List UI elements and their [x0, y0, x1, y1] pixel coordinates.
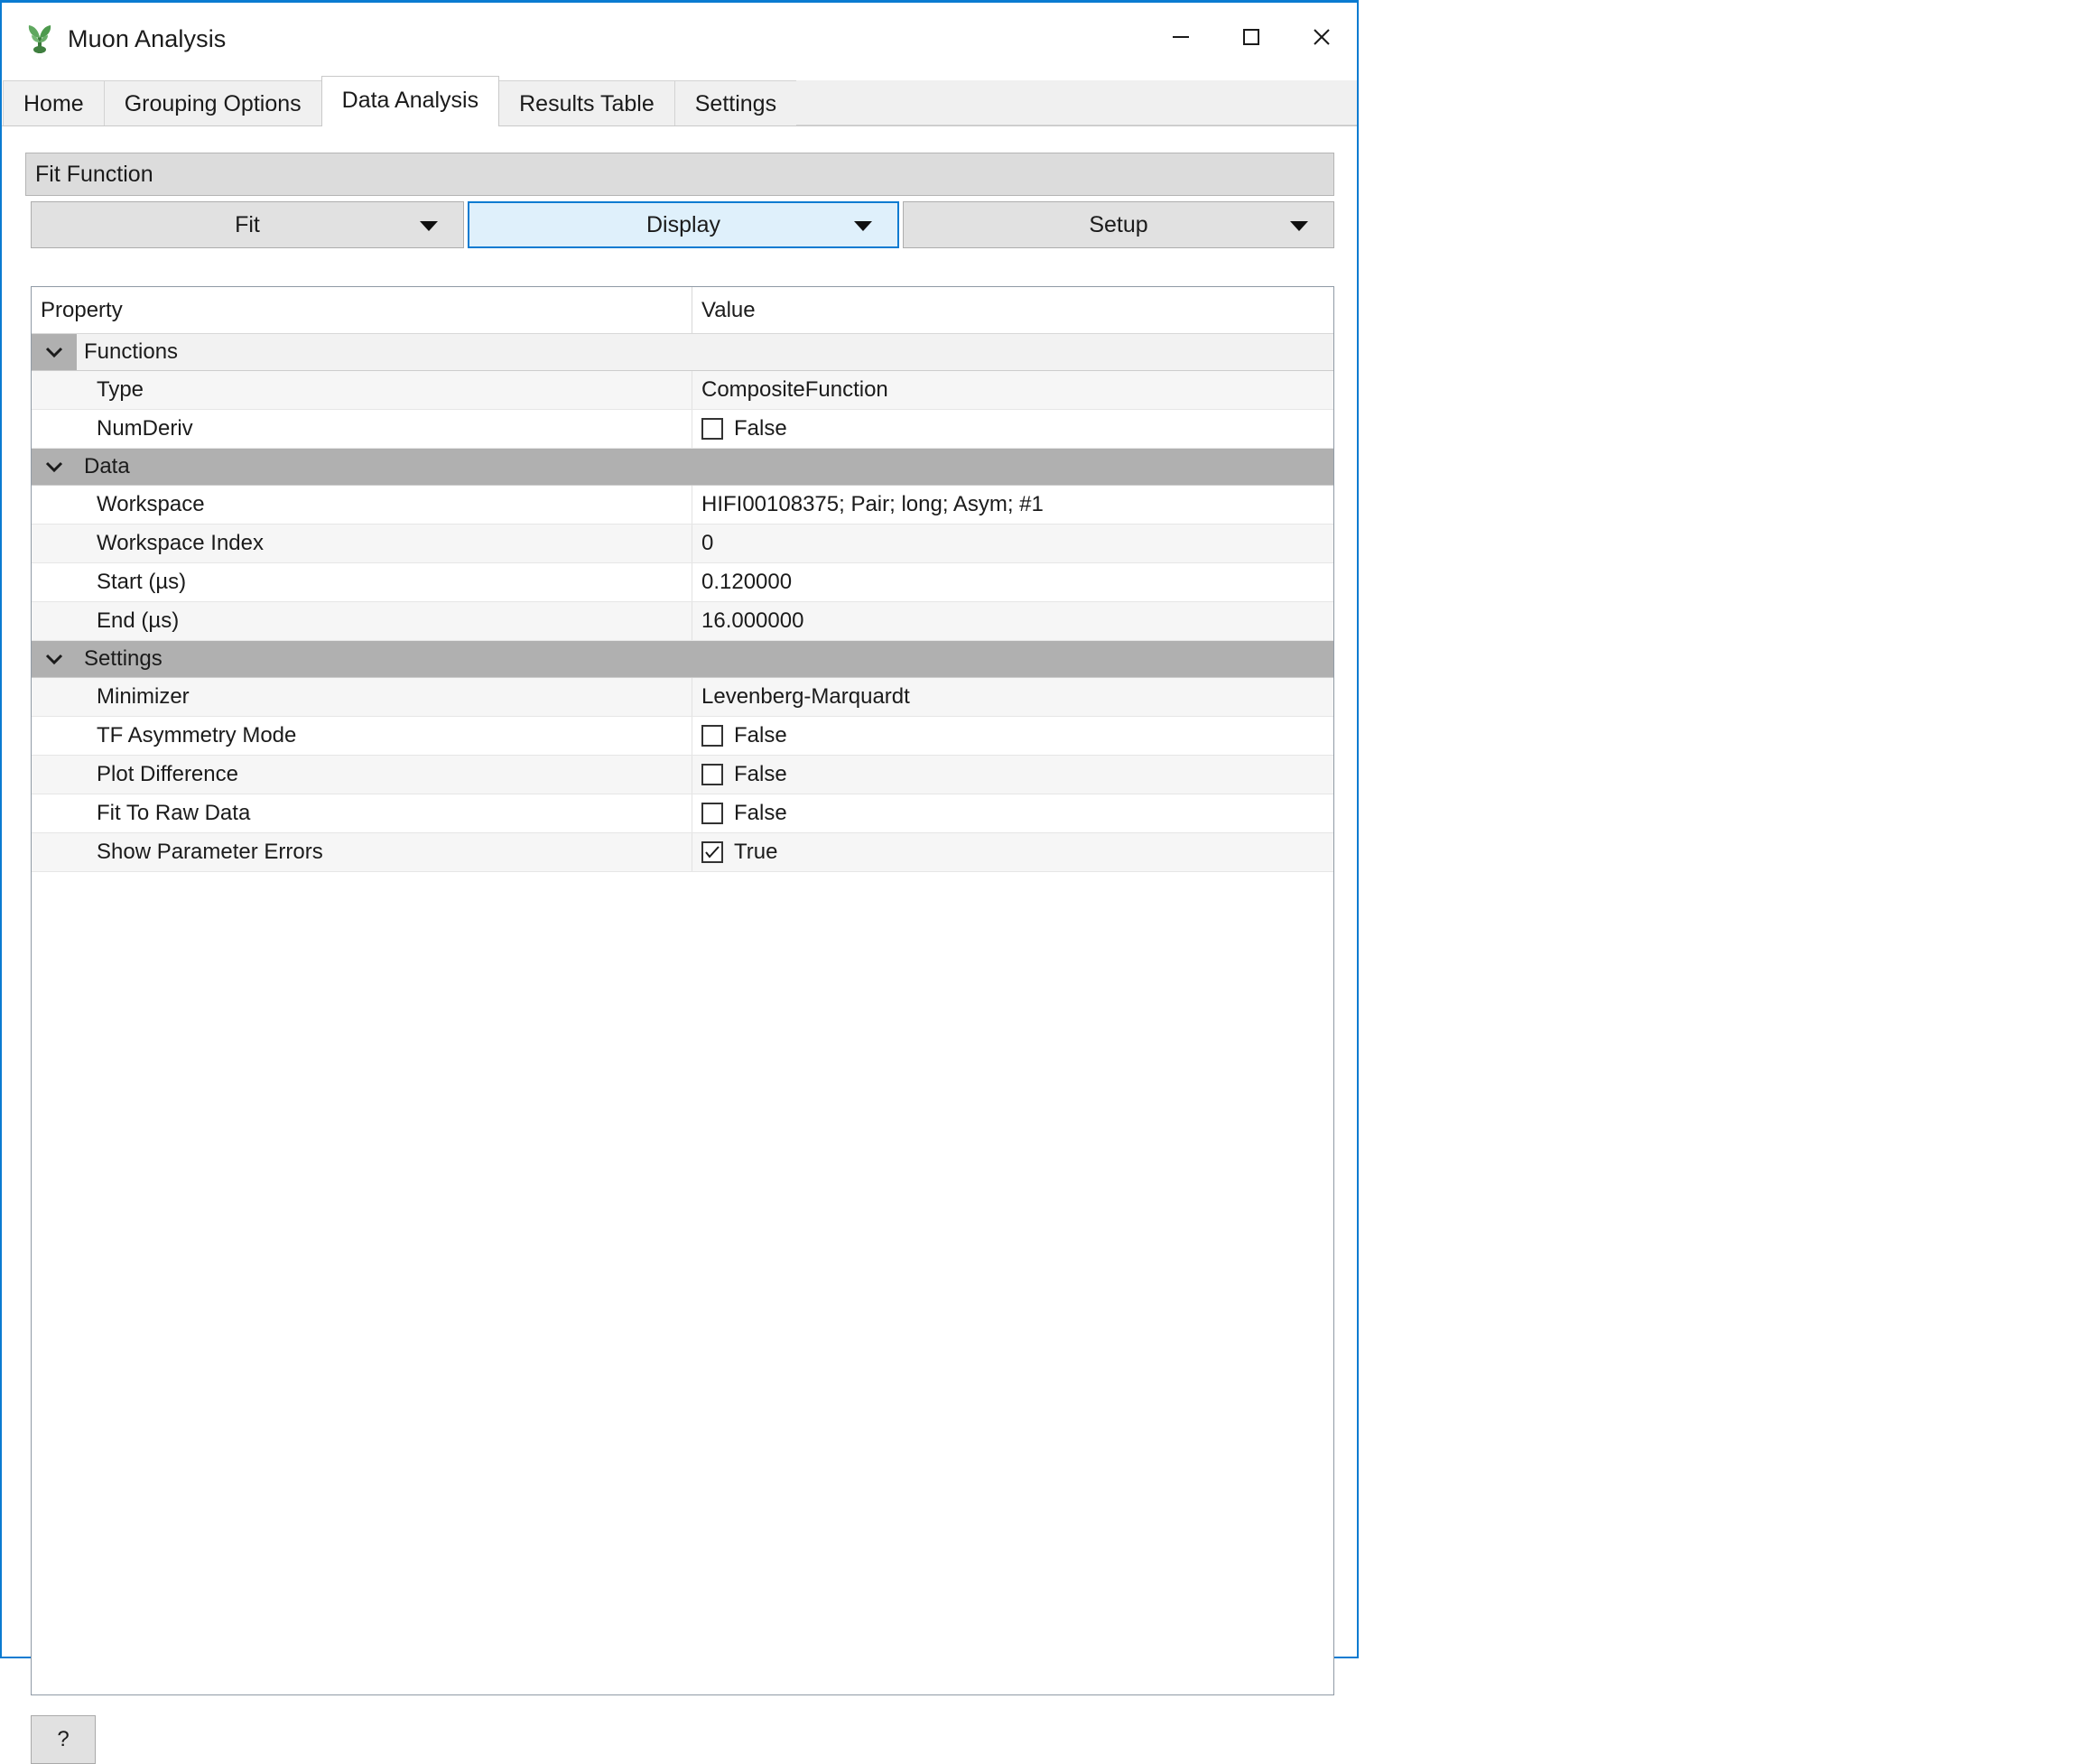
chevron-down-icon[interactable] — [32, 641, 77, 677]
row-property: Workspace — [32, 486, 692, 524]
row-value[interactable]: False — [692, 794, 1333, 832]
column-header-value: Value — [701, 297, 756, 322]
row-property: Start (µs) — [32, 563, 692, 601]
group-value-cell — [692, 449, 1333, 485]
group-value-cell — [692, 334, 1333, 370]
group-value-cell — [692, 641, 1333, 677]
row-property: Workspace Index — [32, 525, 692, 562]
tab-strip-filler — [796, 80, 1357, 125]
group-property-cell: Settings — [32, 641, 692, 677]
group-header-data[interactable]: Data — [32, 449, 1333, 486]
maximize-icon[interactable] — [1216, 3, 1286, 71]
table-row[interactable]: Workspace Index 0 — [32, 525, 1333, 563]
checkbox-checked-icon[interactable] — [701, 841, 723, 863]
help-button[interactable]: ? — [31, 1715, 96, 1764]
group-property-cell: Data — [32, 449, 692, 485]
row-property: Minimizer — [32, 678, 692, 716]
table-header-row: Property Value — [32, 287, 1333, 334]
group-label: Settings — [84, 646, 162, 671]
chevron-down-icon[interactable] — [32, 449, 77, 485]
title-bar: Muon Analysis — [2, 3, 1357, 75]
setup-dropdown-button[interactable]: Setup — [903, 201, 1334, 248]
window-title: Muon Analysis — [68, 24, 227, 52]
numderiv-checkbox-wrap[interactable]: False — [701, 416, 787, 441]
row-property: TF Asymmetry Mode — [32, 717, 692, 755]
group-label: Data — [84, 454, 130, 478]
checkbox-unchecked-icon[interactable] — [701, 418, 723, 440]
checkbox-unchecked-icon[interactable] — [701, 764, 723, 785]
group-label: Functions — [84, 339, 179, 364]
group-header-functions[interactable]: Functions — [32, 334, 1333, 371]
table-row[interactable]: Fit To Raw Data False — [32, 794, 1333, 833]
fit-function-button-row: Fit Display Setup — [31, 201, 1334, 248]
column-header-property: Property — [32, 287, 692, 333]
group-header-settings[interactable]: Settings — [32, 641, 1333, 678]
row-property: Show Parameter Errors — [32, 833, 692, 871]
data-analysis-panel: Fit Function Fit Display Setup Property — [4, 129, 1355, 1764]
plot-difference-checkbox-wrap[interactable]: False — [701, 762, 787, 787]
display-dropdown-button[interactable]: Display — [467, 201, 899, 248]
table-row[interactable]: Plot Difference False — [32, 756, 1333, 794]
row-property: Plot Difference — [32, 756, 692, 794]
chevron-down-icon — [419, 221, 438, 231]
row-value[interactable]: HIFI00108375; Pair; long; Asym; #1 — [692, 486, 1333, 524]
chevron-down-icon — [1290, 221, 1308, 231]
tf-asymmetry-mode-checkbox-wrap[interactable]: False — [701, 723, 787, 748]
muon-analysis-window: Muon Analysis Home Grouping Options Data… — [0, 0, 1359, 1764]
table-row[interactable]: Workspace HIFI00108375; Pair; long; Asym… — [32, 486, 1333, 525]
row-property: Type — [32, 371, 692, 409]
tab-results-table[interactable]: Results Table — [498, 80, 675, 125]
setup-dropdown-label: Setup — [1089, 211, 1148, 237]
row-value[interactable]: 0.120000 — [692, 563, 1333, 601]
row-property: Fit To Raw Data — [32, 794, 692, 832]
row-value[interactable]: False — [692, 410, 1333, 448]
checkbox-unchecked-icon[interactable] — [701, 725, 723, 747]
row-value[interactable]: 16.000000 — [692, 602, 1333, 640]
tab-data-analysis[interactable]: Data Analysis — [320, 76, 500, 126]
fit-function-group-header: Fit Function — [25, 153, 1334, 196]
row-property: End (µs) — [32, 602, 692, 640]
mantid-sprout-icon — [24, 23, 55, 55]
checkbox-unchecked-icon[interactable] — [701, 803, 723, 824]
display-dropdown-label: Display — [646, 211, 720, 237]
show-parameter-errors-checkbox-wrap[interactable]: True — [701, 840, 777, 865]
checkbox-label: False — [734, 416, 787, 441]
table-row[interactable]: Type CompositeFunction — [32, 371, 1333, 410]
row-value[interactable]: CompositeFunction — [692, 371, 1333, 409]
minimize-icon[interactable] — [1146, 3, 1216, 71]
table-row[interactable]: Start (µs) 0.120000 — [32, 563, 1333, 602]
table-row[interactable]: TF Asymmetry Mode False — [32, 717, 1333, 756]
table-row[interactable]: Show Parameter Errors True — [32, 833, 1333, 872]
window-controls — [1146, 3, 1357, 75]
row-value[interactable]: 0 — [692, 525, 1333, 562]
checkbox-label: False — [734, 723, 787, 747]
close-icon[interactable] — [1286, 3, 1357, 71]
fit-dropdown-button[interactable]: Fit — [31, 201, 464, 248]
row-value[interactable]: Levenberg-Marquardt — [692, 678, 1333, 716]
tab-settings[interactable]: Settings — [673, 80, 798, 125]
property-table[interactable]: Property Value Functions Type CompositeF… — [31, 286, 1334, 1695]
row-value[interactable]: False — [692, 756, 1333, 794]
row-value[interactable]: True — [692, 833, 1333, 871]
tab-home[interactable]: Home — [3, 80, 105, 125]
table-row[interactable]: Minimizer Levenberg-Marquardt — [32, 678, 1333, 717]
fit-dropdown-label: Fit — [235, 211, 260, 237]
group-property-cell: Functions — [32, 334, 692, 370]
checkbox-label: False — [734, 762, 787, 786]
checkbox-label: False — [734, 801, 787, 825]
table-row[interactable]: NumDeriv False — [32, 410, 1333, 449]
help-button-label: ? — [57, 1727, 70, 1751]
fit-to-raw-data-checkbox-wrap[interactable]: False — [701, 801, 787, 826]
row-value[interactable]: False — [692, 717, 1333, 755]
tab-bar: Home Grouping Options Data Analysis Resu… — [2, 75, 1357, 126]
table-row[interactable]: End (µs) 16.000000 — [32, 602, 1333, 641]
table-empty-area — [32, 872, 1333, 1694]
row-property: NumDeriv — [32, 410, 692, 448]
checkbox-label: True — [734, 840, 778, 864]
chevron-down-icon[interactable] — [32, 334, 77, 370]
tab-grouping-options[interactable]: Grouping Options — [103, 80, 322, 125]
chevron-down-icon — [854, 221, 872, 231]
fit-function-label: Fit Function — [35, 161, 153, 187]
